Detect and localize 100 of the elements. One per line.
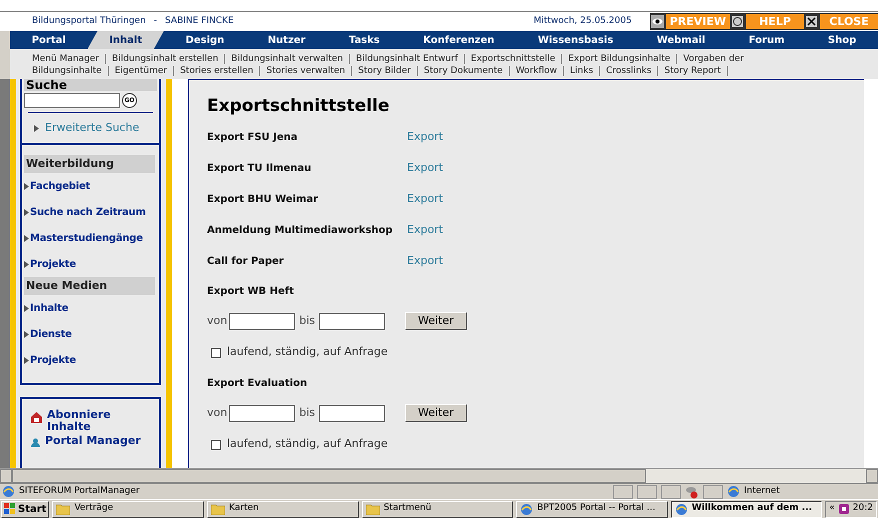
sidebar-link[interactable]: Projekte [30,354,76,366]
advanced-search-link[interactable]: Erweiterte Suche [45,120,140,136]
subnav-link[interactable]: Stories verwalten [266,65,346,77]
nav-tab[interactable]: Tasks [327,31,402,49]
nav-tab[interactable]: Forum [727,31,806,49]
sidebar-link[interactable]: Fachgebiet [30,180,90,192]
export-label: Call for Paper [207,255,285,269]
browser-icon [520,502,534,516]
form-heading: Export WB Heft [207,285,295,299]
status-pane [637,484,657,498]
sidebar-link[interactable]: Masterstudiengänge [30,232,143,244]
continue-button[interactable]: Weiter [405,312,467,330]
tray-app-icon [838,503,850,515]
triangle-icon [24,234,29,242]
status-pane [613,484,633,498]
nav-tab[interactable]: Shop [806,31,878,49]
nav-tab[interactable]: Nutzer [246,31,328,49]
section-heading: Weiterbildung [24,155,155,173]
triangle-icon [24,260,29,268]
form-heading: Export Evaluation [207,377,308,391]
sidebar-link[interactable]: Suche nach Zeitraum [30,206,146,218]
sidebar-link[interactable]: Dienste [30,328,72,340]
page-title: Exportschnittstelle [207,95,390,118]
zone-text: Internet [744,484,780,498]
nav-tab[interactable]: Inhalt [88,31,164,49]
to-date-field[interactable] [319,312,385,330]
to-label: bis [299,312,315,329]
taskbar-button[interactable]: BPT2005 Portal -- Portal ... [516,500,668,518]
checkbox[interactable] [211,348,221,358]
subnav-link[interactable]: Links [570,65,594,77]
triangle-icon [24,208,29,216]
subnav-link[interactable]: Bildungsinhalt Entwurf [356,53,458,65]
status-pane [703,484,723,498]
continue-button[interactable]: Weiter [405,404,467,422]
subnav-link[interactable]: Bildungsinhalt erstellen [112,53,218,65]
subnav-link[interactable]: Story Report [664,65,721,77]
subnav-link[interactable]: Crosslinks [606,65,652,77]
from-date-field[interactable] [229,404,296,422]
subnav-link[interactable]: Stories erstellen [180,65,254,77]
taskbar-button[interactable]: Karten [207,500,359,518]
separator-text: - [154,14,158,28]
export-label: Export BHU Weimar [207,193,320,207]
checkbox-label: laufend, ständig, auf Anfrage [227,344,388,360]
search-label: Suche [24,79,157,91]
nav-tab[interactable]: Wissensbasis [516,31,635,49]
export-link[interactable]: Export [407,222,444,239]
export-link[interactable]: Export [407,253,444,270]
from-label: von [207,404,228,421]
sidebar-link[interactable]: Inhalte [30,302,68,314]
taskbar-button[interactable]: Willkommen auf dem ... [670,500,822,518]
subnav-link[interactable]: Story Bilder [358,65,411,77]
subnav-link[interactable]: Bildungsinhalte [32,65,102,77]
export-label: Export FSU Jena [207,131,299,145]
triangle-icon [34,124,39,132]
subnav-link[interactable]: Bildungsinhalt verwalten [231,53,344,65]
to-label: bis [299,404,315,421]
user-name: SABINE FINCKE [165,14,234,28]
blocked-icon [685,484,699,498]
triangle-icon [24,182,29,190]
folder-icon [366,503,380,515]
tool-link[interactable]: Abonniere Inhalte [47,409,157,433]
subnav-link[interactable]: Menü Manager [32,53,100,65]
to-date-field[interactable] [319,404,385,422]
status-text: SITEFORUM PortalManager [19,484,141,498]
tray-chevron[interactable]: « [829,502,835,516]
tool-link[interactable]: Portal Manager [45,435,141,447]
sidebar-link[interactable]: Projekte [30,258,76,270]
horizontal-scrollbar[interactable] [0,468,878,483]
browser-icon [727,485,740,498]
subnav-link[interactable]: Export Bildungsinhalte [568,53,670,65]
nav-tab[interactable]: Portal [10,31,88,49]
taskbar-button[interactable]: Verträge [52,500,204,518]
from-date-field[interactable] [229,312,296,330]
taskbar-button[interactable]: Startmenü [362,500,514,518]
export-label: Export TU Ilmenau [207,162,312,176]
export-link[interactable]: Export [407,160,444,177]
start-button[interactable]: Start [1,500,50,518]
subnav-link[interactable]: Workflow [516,65,558,77]
nav-tab[interactable]: Design [164,31,246,49]
checkbox-label: laufend, ständig, auf Anfrage [227,436,388,452]
subnav-link[interactable]: Story Dokumente [424,65,503,77]
manager-icon [30,437,41,448]
browser-icon [2,485,15,498]
nav-tab[interactable]: Webmail [634,31,728,49]
folder-icon [211,503,226,515]
subnav-link[interactable]: Exportschnittstelle [470,53,556,65]
section-heading: Neue Medien [24,277,155,295]
export-label: Anmeldung Multimediaworkshop [207,224,394,238]
search-field[interactable] [24,93,120,108]
subscribe-icon [30,411,43,424]
from-label: von [207,312,228,329]
export-link[interactable]: Export [407,129,444,146]
export-link[interactable]: Export [407,191,444,208]
checkbox[interactable] [211,440,221,450]
nav-tab[interactable]: Konferenzen [401,31,516,49]
triangle-icon [24,356,29,364]
clock-text: 20:2 [852,502,873,516]
subnav-link[interactable]: Eigentümer [114,65,168,77]
triangle-icon [24,304,29,312]
subnav-link[interactable]: Vorgaben der [683,53,744,65]
